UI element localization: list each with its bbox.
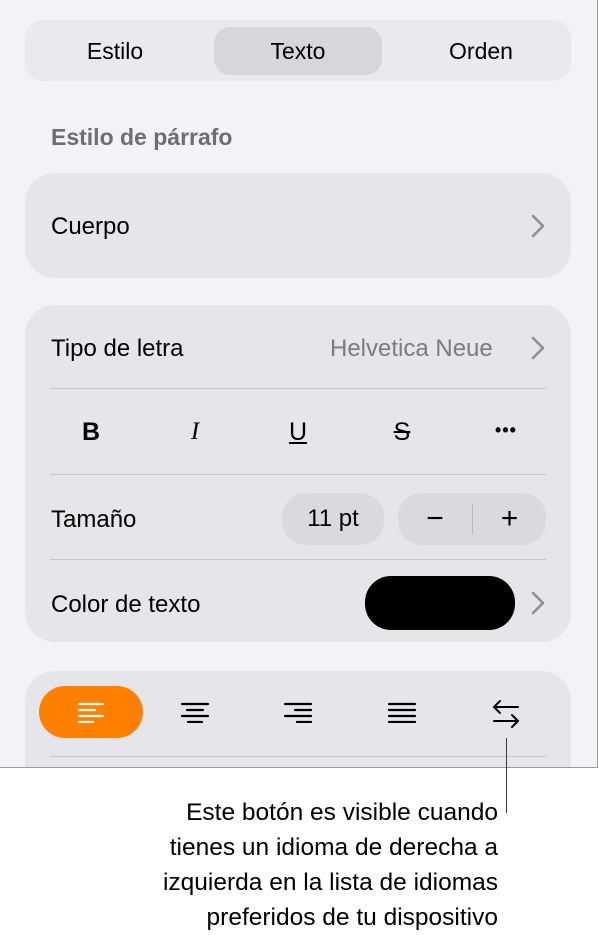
tab-segmented-control: Estilo Texto Orden bbox=[25, 20, 571, 81]
paragraph-style-value: Cuerpo bbox=[51, 213, 130, 240]
align-left-icon bbox=[77, 702, 105, 723]
font-settings-card: Tipo de letra Helvetica Neue B I U S •••… bbox=[25, 305, 571, 642]
chevron-right-icon bbox=[531, 214, 545, 238]
size-stepper: − + bbox=[398, 493, 546, 545]
paragraph-style-title: Estilo de párrafo bbox=[51, 124, 233, 150]
size-label: Tamaño bbox=[51, 506, 137, 533]
align-right-icon bbox=[283, 702, 313, 723]
callout-leader-line bbox=[506, 738, 507, 813]
font-label: Tipo de letra bbox=[51, 335, 184, 362]
tab-orden[interactable]: Orden bbox=[411, 27, 551, 75]
divider bbox=[50, 474, 546, 475]
callout-line: izquierda en la lista de idiomas bbox=[162, 869, 498, 896]
font-value[interactable]: Helvetica Neue bbox=[330, 335, 493, 363]
divider bbox=[50, 388, 546, 389]
text-direction-icon bbox=[493, 700, 519, 728]
size-value-field[interactable]: 11 pt bbox=[282, 493, 384, 545]
tab-estilo[interactable]: Estilo bbox=[45, 27, 185, 75]
callout-line: preferidos de tu dispositivo bbox=[206, 904, 498, 931]
align-left-button[interactable] bbox=[39, 686, 143, 738]
text-direction-button[interactable] bbox=[476, 690, 536, 734]
justify-icon bbox=[387, 702, 417, 723]
more-options-button[interactable]: ••• bbox=[486, 410, 526, 450]
text-color-label: Color de texto bbox=[51, 591, 201, 618]
chevron-right-icon[interactable] bbox=[530, 590, 546, 616]
chevron-right-icon[interactable] bbox=[530, 335, 546, 361]
size-increment-button[interactable]: + bbox=[473, 493, 546, 545]
callout-line: Este botón es visible cuando bbox=[186, 799, 498, 826]
size-decrement-button[interactable]: − bbox=[398, 493, 472, 545]
strikethrough-button[interactable]: S bbox=[382, 412, 422, 452]
bold-button[interactable]: B bbox=[71, 412, 111, 452]
italic-button[interactable]: I bbox=[175, 412, 215, 452]
underline-button[interactable]: U bbox=[278, 412, 318, 452]
alignment-card bbox=[25, 671, 571, 767]
tab-texto[interactable]: Texto bbox=[214, 27, 382, 75]
text-format-panel: Estilo Texto Orden Estilo de párrafo Cue… bbox=[0, 0, 598, 768]
callout-line: tienes un idioma de derecha a bbox=[169, 834, 498, 861]
callout-text: Este botón es visible cuando tienes un i… bbox=[38, 795, 498, 935]
align-center-icon bbox=[180, 702, 210, 723]
align-right-button[interactable] bbox=[268, 690, 328, 734]
divider bbox=[50, 559, 546, 560]
paragraph-style-row[interactable]: Cuerpo bbox=[25, 173, 571, 278]
align-center-button[interactable] bbox=[165, 690, 225, 734]
text-color-swatch[interactable] bbox=[365, 576, 515, 630]
divider bbox=[50, 756, 546, 757]
justify-button[interactable] bbox=[372, 690, 432, 734]
